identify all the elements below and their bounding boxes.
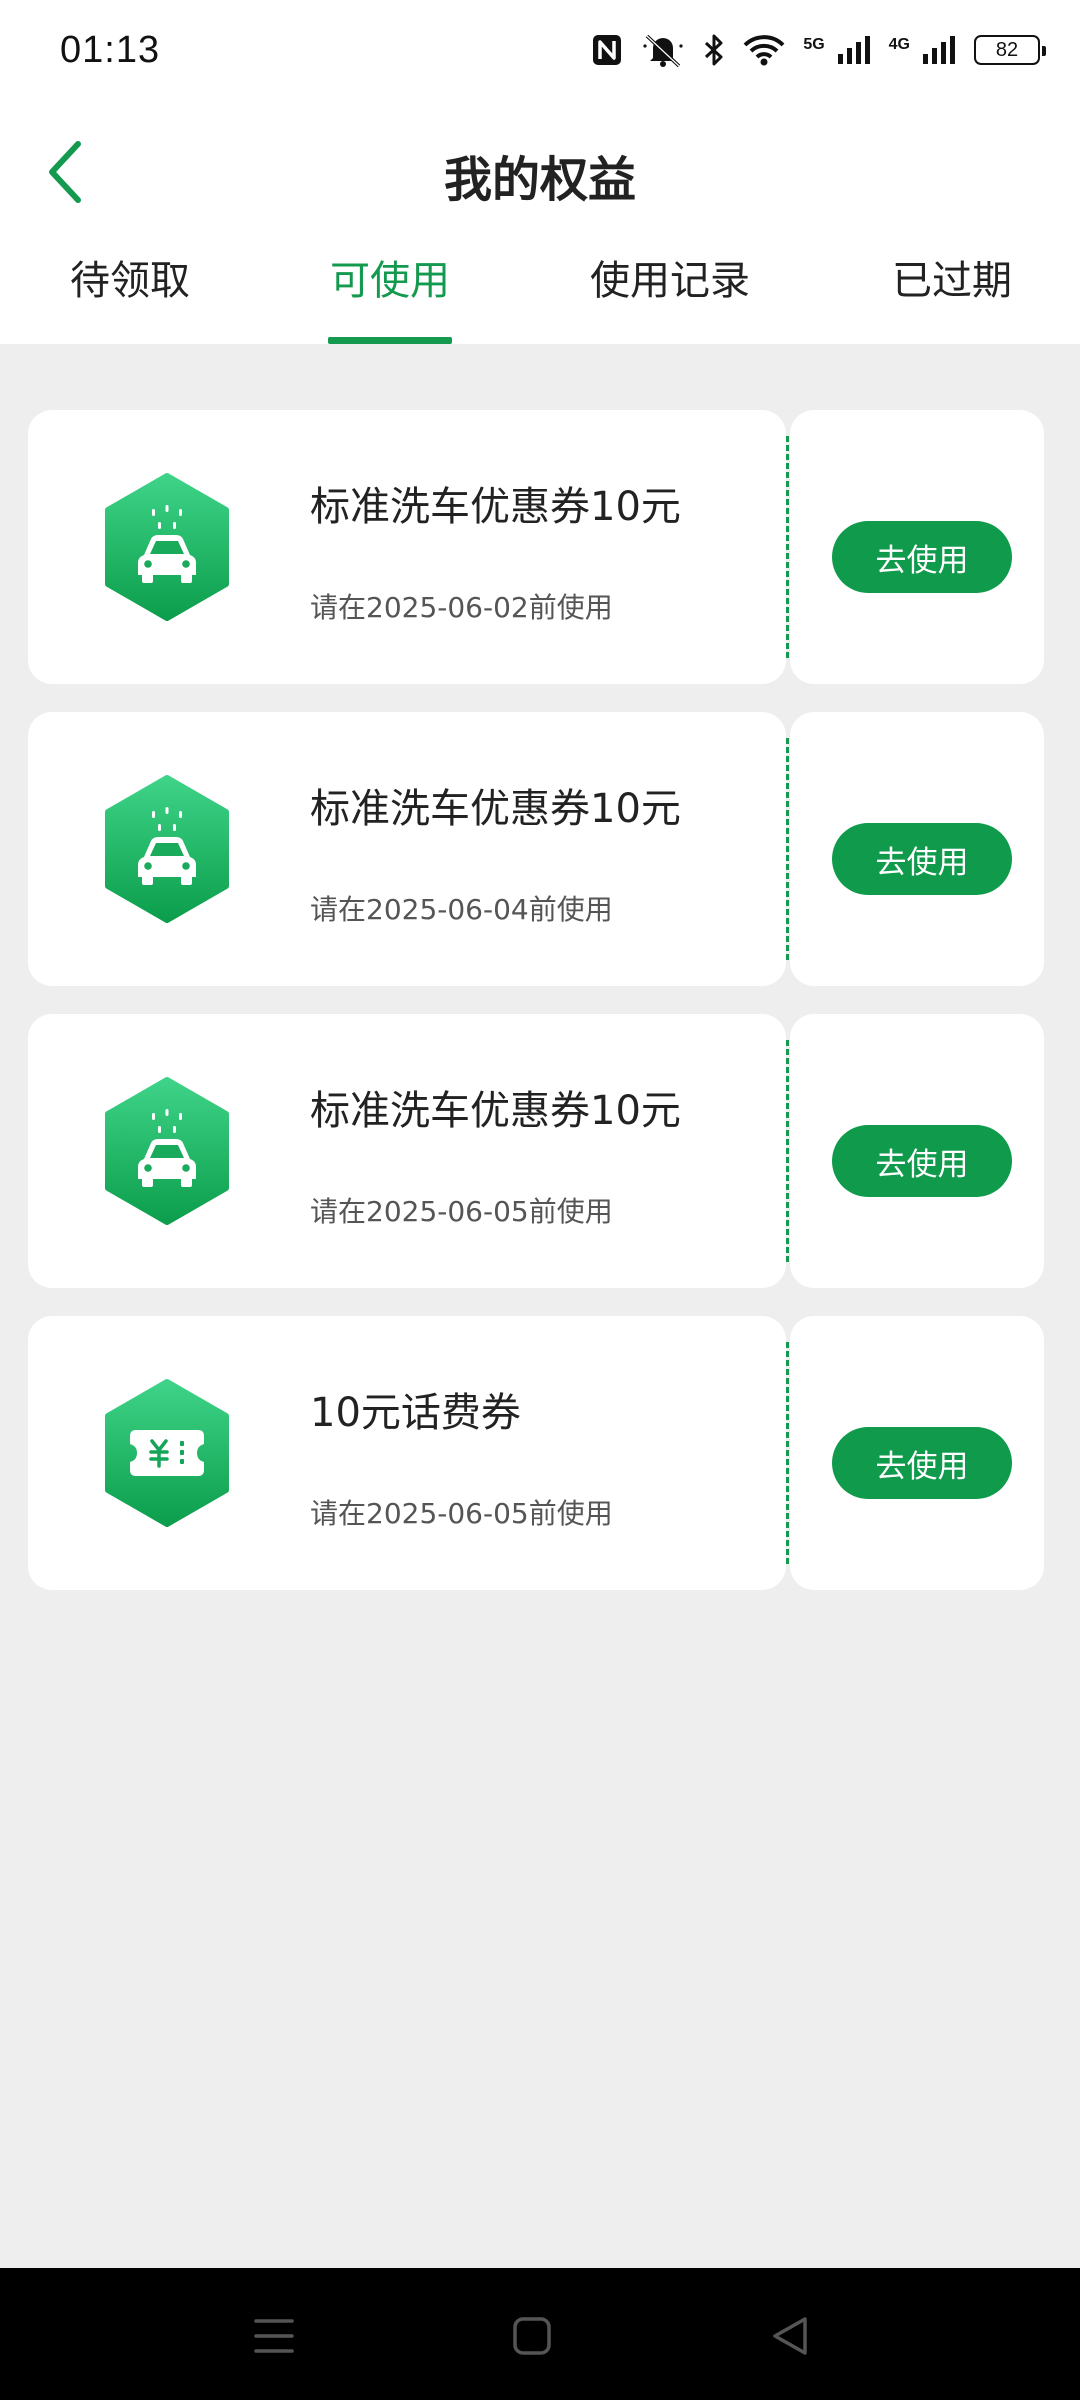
coupon-card: 标准洗车优惠券10元 请在2025-06-05前使用 去使用 <box>28 1014 1044 1288</box>
navigation-bar <box>0 2268 1080 2400</box>
coupon-title: 10元话费券 <box>310 1390 521 1436</box>
status-icons: 5G 4G 82 <box>591 32 1046 68</box>
coupon-action: 去使用 <box>790 712 1044 986</box>
coupon-card: 标准洗车优惠券10元 请在2025-06-04前使用 去使用 <box>28 712 1044 986</box>
back-icon <box>773 2317 807 2355</box>
coupon-expiry: 请在2025-06-05前使用 <box>310 1497 613 1530</box>
coupon-body: 标准洗车优惠券10元 请在2025-06-04前使用 <box>28 712 786 986</box>
car-wash-icon <box>105 775 229 923</box>
use-coupon-button[interactable]: 去使用 <box>832 823 1012 895</box>
menu-icon <box>254 2319 294 2353</box>
screen: 01:13 5G 4G 82 我的权益 待领取 可使用 使用记录 已过期 标准洗… <box>0 0 1080 2400</box>
use-coupon-button[interactable]: 去使用 <box>832 521 1012 593</box>
back-nav-button[interactable] <box>760 2306 820 2366</box>
tab-label: 待领取 <box>70 258 190 304</box>
wifi-icon <box>743 34 785 66</box>
coupon-card: 10元话费券 请在2025-06-05前使用 去使用 <box>28 1316 1044 1590</box>
nfc-icon <box>591 33 623 67</box>
coupon-title: 标准洗车优惠券10元 <box>310 786 681 832</box>
coupon-body: 标准洗车优惠券10元 请在2025-06-05前使用 <box>28 1014 786 1288</box>
coupon-title: 标准洗车优惠券10元 <box>310 484 681 530</box>
tab-pending[interactable]: 待领取 <box>70 244 190 344</box>
tab-label: 可使用 <box>330 258 450 304</box>
tab-active-indicator <box>328 337 452 344</box>
coupon-expiry: 请在2025-06-02前使用 <box>310 591 613 624</box>
coupon-card: 标准洗车优惠券10元 请在2025-06-02前使用 去使用 <box>28 410 1044 684</box>
tab-bar: 待领取 可使用 使用记录 已过期 <box>0 244 1080 344</box>
coupon-expiry: 请在2025-06-05前使用 <box>310 1195 613 1228</box>
network-5g-label: 5G <box>803 36 825 53</box>
coupon-action: 去使用 <box>790 1014 1044 1288</box>
coupon-action: 去使用 <box>790 1316 1044 1590</box>
home-button[interactable] <box>502 2306 562 2366</box>
battery-icon: 82 <box>974 35 1046 65</box>
car-wash-icon <box>105 1077 229 1225</box>
tab-history[interactable]: 使用记录 <box>588 244 752 344</box>
network-4g-label: 4G <box>888 36 910 53</box>
coupon-divider <box>786 738 789 960</box>
coupon-body: 10元话费券 请在2025-06-05前使用 <box>28 1316 786 1590</box>
tab-available[interactable]: 可使用 <box>328 244 452 344</box>
bluetooth-icon <box>703 33 725 67</box>
mute-icon <box>641 32 685 68</box>
ticket-yuan-icon <box>105 1379 229 1527</box>
use-coupon-button[interactable]: 去使用 <box>832 1427 1012 1499</box>
header: 我的权益 待领取 可使用 使用记录 已过期 <box>0 100 1080 344</box>
signal-icon-2 <box>922 34 956 66</box>
tab-label: 使用记录 <box>590 258 750 304</box>
home-icon <box>513 2317 551 2355</box>
tab-label: 已过期 <box>892 258 1012 304</box>
coupon-divider <box>786 436 789 658</box>
coupon-divider <box>786 1342 789 1564</box>
page-title: 我的权益 <box>443 152 636 208</box>
coupon-action: 去使用 <box>790 410 1044 684</box>
status-time: 01:13 <box>60 28 161 71</box>
use-coupon-button[interactable]: 去使用 <box>832 1125 1012 1197</box>
coupon-body: 标准洗车优惠券10元 请在2025-06-02前使用 <box>28 410 786 684</box>
menu-button[interactable] <box>244 2306 304 2366</box>
coupon-expiry: 请在2025-06-04前使用 <box>310 893 613 926</box>
tab-expired[interactable]: 已过期 <box>890 244 1014 344</box>
signal-icon <box>837 34 871 66</box>
car-wash-icon <box>105 473 229 621</box>
coupon-list: 标准洗车优惠券10元 请在2025-06-02前使用 去使用 标准洗车优惠券10… <box>28 410 1044 1618</box>
status-bar: 01:13 5G 4G 82 <box>0 0 1080 100</box>
coupon-divider <box>786 1040 789 1262</box>
coupon-title: 标准洗车优惠券10元 <box>310 1088 681 1134</box>
